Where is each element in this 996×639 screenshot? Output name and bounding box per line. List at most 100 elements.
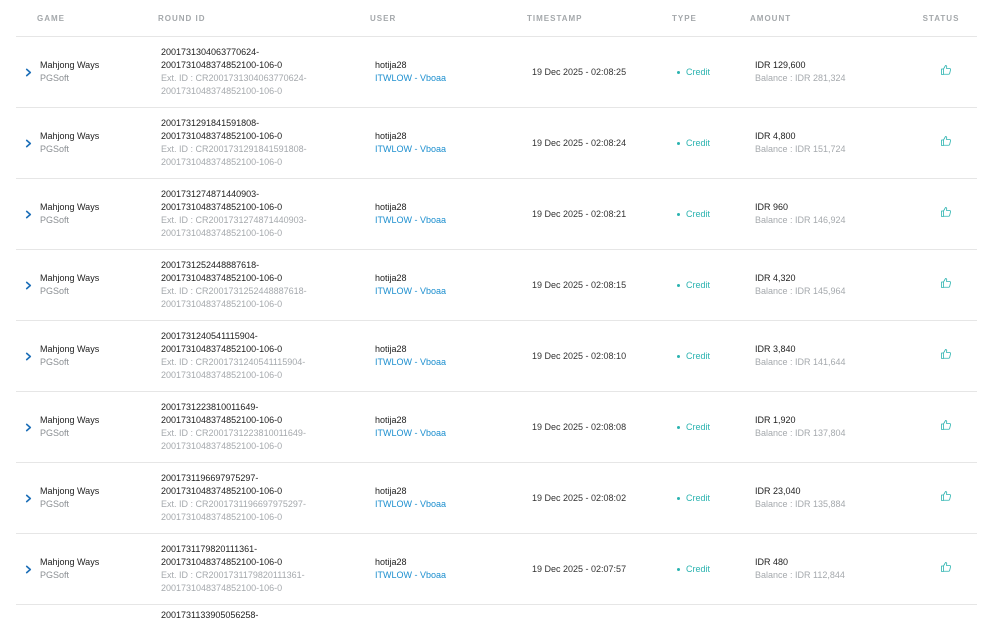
table-row[interactable]: Mahjong Ways PGSoft 2001731196697975297-… (16, 463, 977, 534)
header-amount[interactable]: AMOUNT (750, 14, 910, 23)
amount: IDR 1,920 (755, 415, 796, 425)
balance: Balance : IDR 151,724 (755, 144, 846, 154)
user-agent-link[interactable]: ITWLOW - Vboaa (375, 427, 532, 440)
expand-row-button[interactable] (16, 108, 40, 178)
game-name: Mahjong Ways (40, 344, 100, 354)
round-id: 2001731274871440903- (161, 189, 260, 199)
type-label: Credit (686, 279, 711, 290)
type-dot-icon (677, 70, 680, 74)
round-id-suffix: 2001731048374852100-106-0 (161, 60, 283, 70)
ext-id: Ext. ID : CR2001731274871440903- (161, 215, 307, 225)
game-provider: PGSoft (40, 144, 70, 154)
type-label: Credit (686, 563, 711, 574)
expand-row-button[interactable] (16, 392, 40, 462)
type-cell: Credit (677, 137, 755, 150)
user-name: hotija28 (375, 202, 407, 212)
amount-cell: IDR 23,040 Balance : IDR 135,884 (755, 485, 915, 511)
user-agent-link[interactable]: ITWLOW - Vboaa (375, 356, 532, 369)
thumbs-up-icon (941, 278, 951, 288)
expand-row-button[interactable] (16, 463, 40, 533)
table-row[interactable]: Mahjong Ways PGSoft 2001731179820111361-… (16, 534, 977, 605)
balance: Balance : IDR 146,924 (755, 215, 846, 225)
user-agent-link[interactable]: ITWLOW - Vboaa (375, 285, 532, 298)
type-dot-icon (677, 141, 680, 145)
user-agent-link[interactable]: ITWLOW - Vboaa (375, 72, 532, 85)
type-dot-icon (677, 496, 680, 500)
header-status[interactable]: STATUS (910, 14, 972, 23)
amount-cell: IDR 960 Balance : IDR 146,924 (755, 201, 915, 227)
table-row[interactable]: Mahjong Ways PGSoft 2001731291841591808-… (16, 108, 977, 179)
thumbs-up-icon (941, 349, 951, 359)
status-cell (915, 419, 977, 435)
amount-cell: IDR 4,320 Balance : IDR 145,964 (755, 272, 915, 298)
table-row[interactable]: Mahjong Ways PGSoft 2001731274871440903-… (16, 179, 977, 250)
user-agent-link[interactable]: ITWLOW - Vboaa (375, 498, 532, 511)
table-row[interactable]: Mahjong Ways PGSoft 2001731304063770624-… (16, 37, 977, 108)
table-row[interactable]: Mahjong Ways PGSoft 2001731252448887618-… (16, 250, 977, 321)
game-provider: PGSoft (40, 428, 70, 438)
game-provider: PGSoft (40, 570, 70, 580)
game-cell: Mahjong Ways PGSoft (40, 272, 161, 298)
table-row[interactable]: 2001731133905056258- (16, 605, 977, 639)
expand-row-button[interactable] (16, 534, 40, 604)
round-id-suffix: 2001731048374852100-106-0 (161, 131, 283, 141)
ext-id-suffix: 2001731048374852100-106-0 (161, 299, 283, 309)
ext-id-suffix: 2001731048374852100-106-0 (161, 583, 283, 593)
balance: Balance : IDR 112,844 (755, 570, 845, 580)
ext-id-suffix: 2001731048374852100-106-0 (161, 370, 283, 380)
header-timestamp[interactable]: TIMESTAMP (527, 14, 672, 23)
user-name: hotija28 (375, 415, 407, 425)
type-cell: Credit (677, 350, 755, 363)
header-game[interactable]: GAME (37, 14, 158, 23)
amount: IDR 129,600 (755, 60, 806, 70)
game-name: Mahjong Ways (40, 486, 100, 496)
header-user[interactable]: USER (370, 14, 527, 23)
timestamp: 19 Dec 2025 - 02:08:15 (532, 279, 627, 290)
type-dot-icon (677, 212, 680, 216)
user-agent-link[interactable]: ITWLOW - Vboaa (375, 214, 532, 227)
header-type[interactable]: TYPE (672, 14, 750, 23)
chevron-right-icon (25, 281, 31, 289)
game-name: Mahjong Ways (40, 557, 100, 567)
type-cell: Credit (677, 563, 755, 576)
ext-id: Ext. ID : CR2001731291841591808- (161, 144, 307, 154)
round-id-suffix: 2001731048374852100-106-0 (161, 344, 283, 354)
table-row[interactable]: Mahjong Ways PGSoft 2001731223810011649-… (16, 392, 977, 463)
user-name: hotija28 (375, 131, 407, 141)
round-id-cell: 2001731291841591808- 2001731048374852100… (161, 117, 375, 169)
expand-row-button[interactable] (16, 179, 40, 249)
user-agent-link[interactable]: ITWLOW - Vboaa (375, 143, 532, 156)
timestamp: 19 Dec 2025 - 02:08:25 (532, 66, 627, 77)
expand-row-button[interactable] (16, 321, 40, 391)
amount: IDR 960 (755, 202, 789, 212)
ext-id-suffix: 2001731048374852100-106-0 (161, 86, 283, 96)
thumbs-up-icon (941, 65, 951, 75)
timestamp: 19 Dec 2025 - 02:08:08 (532, 421, 627, 432)
status-cell (915, 490, 977, 506)
round-id-cell: 2001731179820111361- 2001731048374852100… (161, 543, 375, 595)
round-id: 2001731252448887618- (161, 260, 260, 270)
expand-row-button[interactable] (16, 250, 40, 320)
table-header: GAME ROUND ID USER TIMESTAMP TYPE AMOUNT… (16, 0, 977, 37)
game-provider: PGSoft (40, 73, 70, 83)
ext-id-suffix: 2001731048374852100-106-0 (161, 512, 283, 522)
ext-id: Ext. ID : CR2001731223810011649- (161, 428, 306, 438)
user-name: hotija28 (375, 60, 407, 70)
type-dot-icon (677, 567, 680, 571)
type-label: Credit (686, 137, 711, 148)
type-label: Credit (686, 350, 711, 361)
user-name: hotija28 (375, 344, 407, 354)
header-round-id[interactable]: ROUND ID (158, 14, 372, 23)
user-name: hotija28 (375, 273, 407, 283)
amount: IDR 480 (755, 557, 789, 567)
table-row[interactable]: Mahjong Ways PGSoft 2001731240541115904-… (16, 321, 977, 392)
chevron-right-icon (25, 352, 31, 360)
user-agent-link[interactable]: ITWLOW - Vboaa (375, 569, 532, 582)
type-dot-icon (677, 283, 680, 287)
timestamp: 19 Dec 2025 - 02:08:10 (532, 350, 627, 361)
user-name: hotija28 (375, 557, 407, 567)
expand-row-button[interactable] (16, 37, 40, 107)
round-id-cell: 2001731196697975297- 2001731048374852100… (161, 472, 375, 524)
type-dot-icon (677, 425, 680, 429)
round-id-suffix: 2001731048374852100-106-0 (161, 415, 283, 425)
